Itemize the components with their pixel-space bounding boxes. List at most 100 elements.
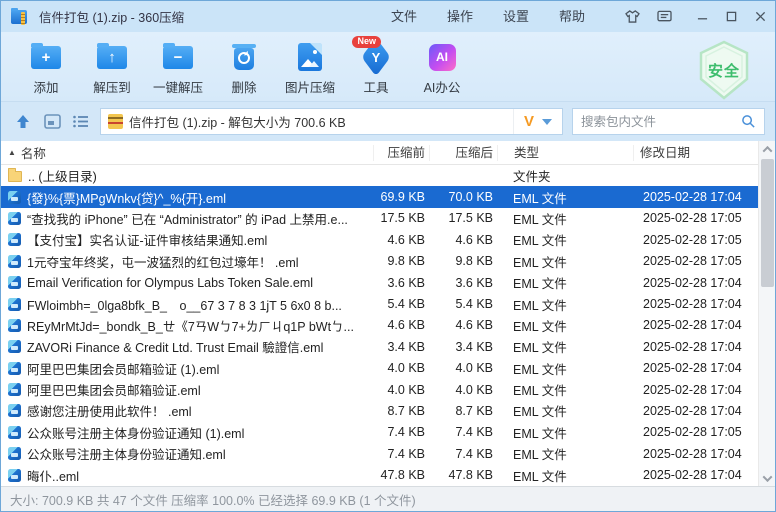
file-name: 感谢您注册使用此软件！ .eml [27,401,192,420]
file-type: EML 文件 [497,359,633,378]
security-badge-label: 安全 [708,60,740,81]
modified-date: 2025-02-28 17:04 [633,447,758,461]
close-button[interactable] [746,5,775,29]
ai-office-button[interactable]: AI AI办公 [409,39,475,96]
titlebar-extra-icons [618,5,678,29]
security-badge[interactable]: 安全 [693,39,755,101]
table-row[interactable]: REyMrMtJd=_bondk_B_ㄝ《7ㄢWㄅ7+ㄌㄏㄐq1P bWtㄅ..… [1,315,758,336]
table-row[interactable]: {發}%{票}MPgWnkv{贷}^_%{开}.eml 69.9 KB 70.0… [1,186,758,207]
scroll-down-icon[interactable] [759,470,776,486]
scroll-up-icon[interactable] [759,141,776,157]
table-row[interactable]: 公众账号注册主体身份验证通知 (1).eml 7.4 KB 7.4 KB EML… [1,422,758,443]
image-compress-button[interactable]: 图片压缩 [277,39,343,96]
archive-path-text: 信件打包 (1).zip - 解包大小为 700.6 KB [129,112,507,131]
search-box [572,108,765,135]
eml-icon [8,233,21,246]
add-folder-icon: + [31,46,61,69]
size-after: 3.6 KB [429,276,497,290]
toolbar: + 添加 ↑ 解压到 − 一键解压 删除 图片压缩 Y New 工具 AI [1,32,775,101]
search-input[interactable] [581,115,741,129]
feedback-icon[interactable] [650,5,678,29]
file-name: .. (上级目录) [28,166,97,185]
table-row[interactable]: “查找我的 iPhone” 已在 “Administrator” 的 iPad … [1,208,758,229]
view-mode-icon[interactable] [42,113,62,131]
chevron-down-icon [542,119,552,130]
list-view-icon[interactable] [71,113,91,131]
scrollbar-track[interactable] [759,157,775,470]
size-before: 7.4 KB [373,447,429,461]
file-type: EML 文件 [497,380,633,399]
toolbar-label: 图片压缩 [285,77,335,96]
table-row[interactable]: 1元夺宝年终奖，屯一波猛烈的红包过壕年！ .eml 9.8 KB 9.8 KB … [1,251,758,272]
size-before: 5.4 KB [373,297,429,311]
column-header-size-after[interactable]: 压缩后 [429,145,497,161]
column-header-type[interactable]: 类型 [497,145,633,161]
minimize-button[interactable] [688,5,717,29]
file-name: ZAVORi Finance & Credit Ltd. Trust Email… [27,337,323,356]
status-bar: 大小: 700.9 KB 共 47 个文件 压缩率 100.0% 已经选择 69… [1,486,775,511]
table-row[interactable]: 【支付宝】实名认证-证件审核结果通知.eml 4.6 KB 4.6 KB EML… [1,229,758,250]
file-type: 文件夹 [497,166,633,185]
skin-theme-icon[interactable] [618,5,646,29]
table-row[interactable]: FWloimbh=_0lga8bfk_B_ o__67 3 7 8 3 1jT … [1,293,758,314]
table-row[interactable]: .. (上级目录) 文件夹 [1,165,758,186]
file-type: EML 文件 [497,230,633,249]
address-input[interactable]: 信件打包 (1).zip - 解包大小为 700.6 KB V [100,108,563,135]
toolbar-label: 添加 [33,77,58,96]
up-level-button[interactable] [13,113,33,131]
column-headers: ▲ 名称 压缩前 压缩后 类型 修改日期 [1,141,758,165]
add-button[interactable]: + 添加 [13,39,79,96]
table-row[interactable]: 阿里巴巴集团会员邮箱验证.eml 4.0 KB 4.0 KB EML 文件 20… [1,379,758,400]
file-type: EML 文件 [497,295,633,314]
menu-settings[interactable]: 设置 [488,1,544,32]
size-after: 70.0 KB [429,190,497,204]
file-name: 公众账号注册主体身份验证通知.eml [27,444,226,463]
size-after: 17.5 KB [429,211,497,225]
file-name: 阿里巴巴集团会员邮箱验证 (1).eml [27,359,219,378]
table-row[interactable]: ZAVORi Finance & Credit Ltd. Trust Email… [1,336,758,357]
column-header-date[interactable]: 修改日期 [633,145,758,161]
table-row[interactable]: 公众账号注册主体身份验证通知.eml 7.4 KB 7.4 KB EML 文件 … [1,443,758,464]
address-dropdown[interactable]: V [513,109,558,134]
table-row[interactable]: Email Verification for Olympus Labs Toke… [1,272,758,293]
table-row[interactable]: 阿里巴巴集团会员邮箱验证 (1).eml 4.0 KB 4.0 KB EML 文… [1,358,758,379]
file-name: 【支付宝】实名认证-证件审核结果通知.eml [27,230,267,249]
file-type: EML 文件 [497,466,633,485]
toolbar-label: 删除 [231,77,256,96]
vertical-scrollbar[interactable] [758,141,775,486]
search-icon[interactable] [741,114,756,129]
size-before: 4.0 KB [373,383,429,397]
one-click-extract-button[interactable]: − 一键解压 [145,39,211,96]
column-header-name[interactable]: ▲ 名称 [1,143,373,162]
file-name: {發}%{票}MPgWnkv{贷}^_%{开}.eml [27,188,226,207]
file-name: Email Verification for Olympus Labs Toke… [27,276,313,290]
size-after: 9.8 KB [429,254,497,268]
scrollbar-thumb[interactable] [761,159,774,287]
delete-button[interactable]: 删除 [211,39,277,96]
eml-icon [8,362,21,375]
eml-icon [8,212,21,225]
size-after: 3.4 KB [429,340,497,354]
extract-to-button[interactable]: ↑ 解压到 [79,39,145,96]
file-name: 公众账号注册主体身份验证通知 (1).eml [27,423,244,442]
modified-date: 2025-02-28 17:04 [633,297,758,311]
file-name: REyMrMtJd=_bondk_B_ㄝ《7ㄢWㄅ7+ㄌㄏㄐq1P bWtㄅ..… [27,316,354,335]
eml-icon [8,298,21,311]
modified-date: 2025-02-28 17:04 [633,190,758,204]
menu-actions[interactable]: 操作 [432,1,488,32]
size-before: 17.5 KB [373,211,429,225]
modified-date: 2025-02-28 17:04 [633,468,758,482]
menu-help[interactable]: 帮助 [544,1,600,32]
table-row[interactable]: 晦仆..eml 47.8 KB 47.8 KB EML 文件 2025-02-2… [1,464,758,485]
file-name: FWloimbh=_0lga8bfk_B_ o__67 3 7 8 3 1jT … [27,295,342,314]
column-header-size-before[interactable]: 压缩前 [373,145,429,161]
menu-file[interactable]: 文件 [376,1,432,32]
file-list-area: ▲ 名称 压缩前 压缩后 类型 修改日期 .. (上级目录) 文件夹 {發}%{… [1,141,775,486]
table-row[interactable]: 感谢您注册使用此软件！ .eml 8.7 KB 8.7 KB EML 文件 20… [1,400,758,421]
eml-icon [8,319,21,332]
maximize-button[interactable] [717,5,746,29]
file-type: EML 文件 [497,337,633,356]
size-before: 4.0 KB [373,361,429,375]
tools-button[interactable]: Y New 工具 [343,39,409,96]
app-logo-icon [11,8,31,26]
